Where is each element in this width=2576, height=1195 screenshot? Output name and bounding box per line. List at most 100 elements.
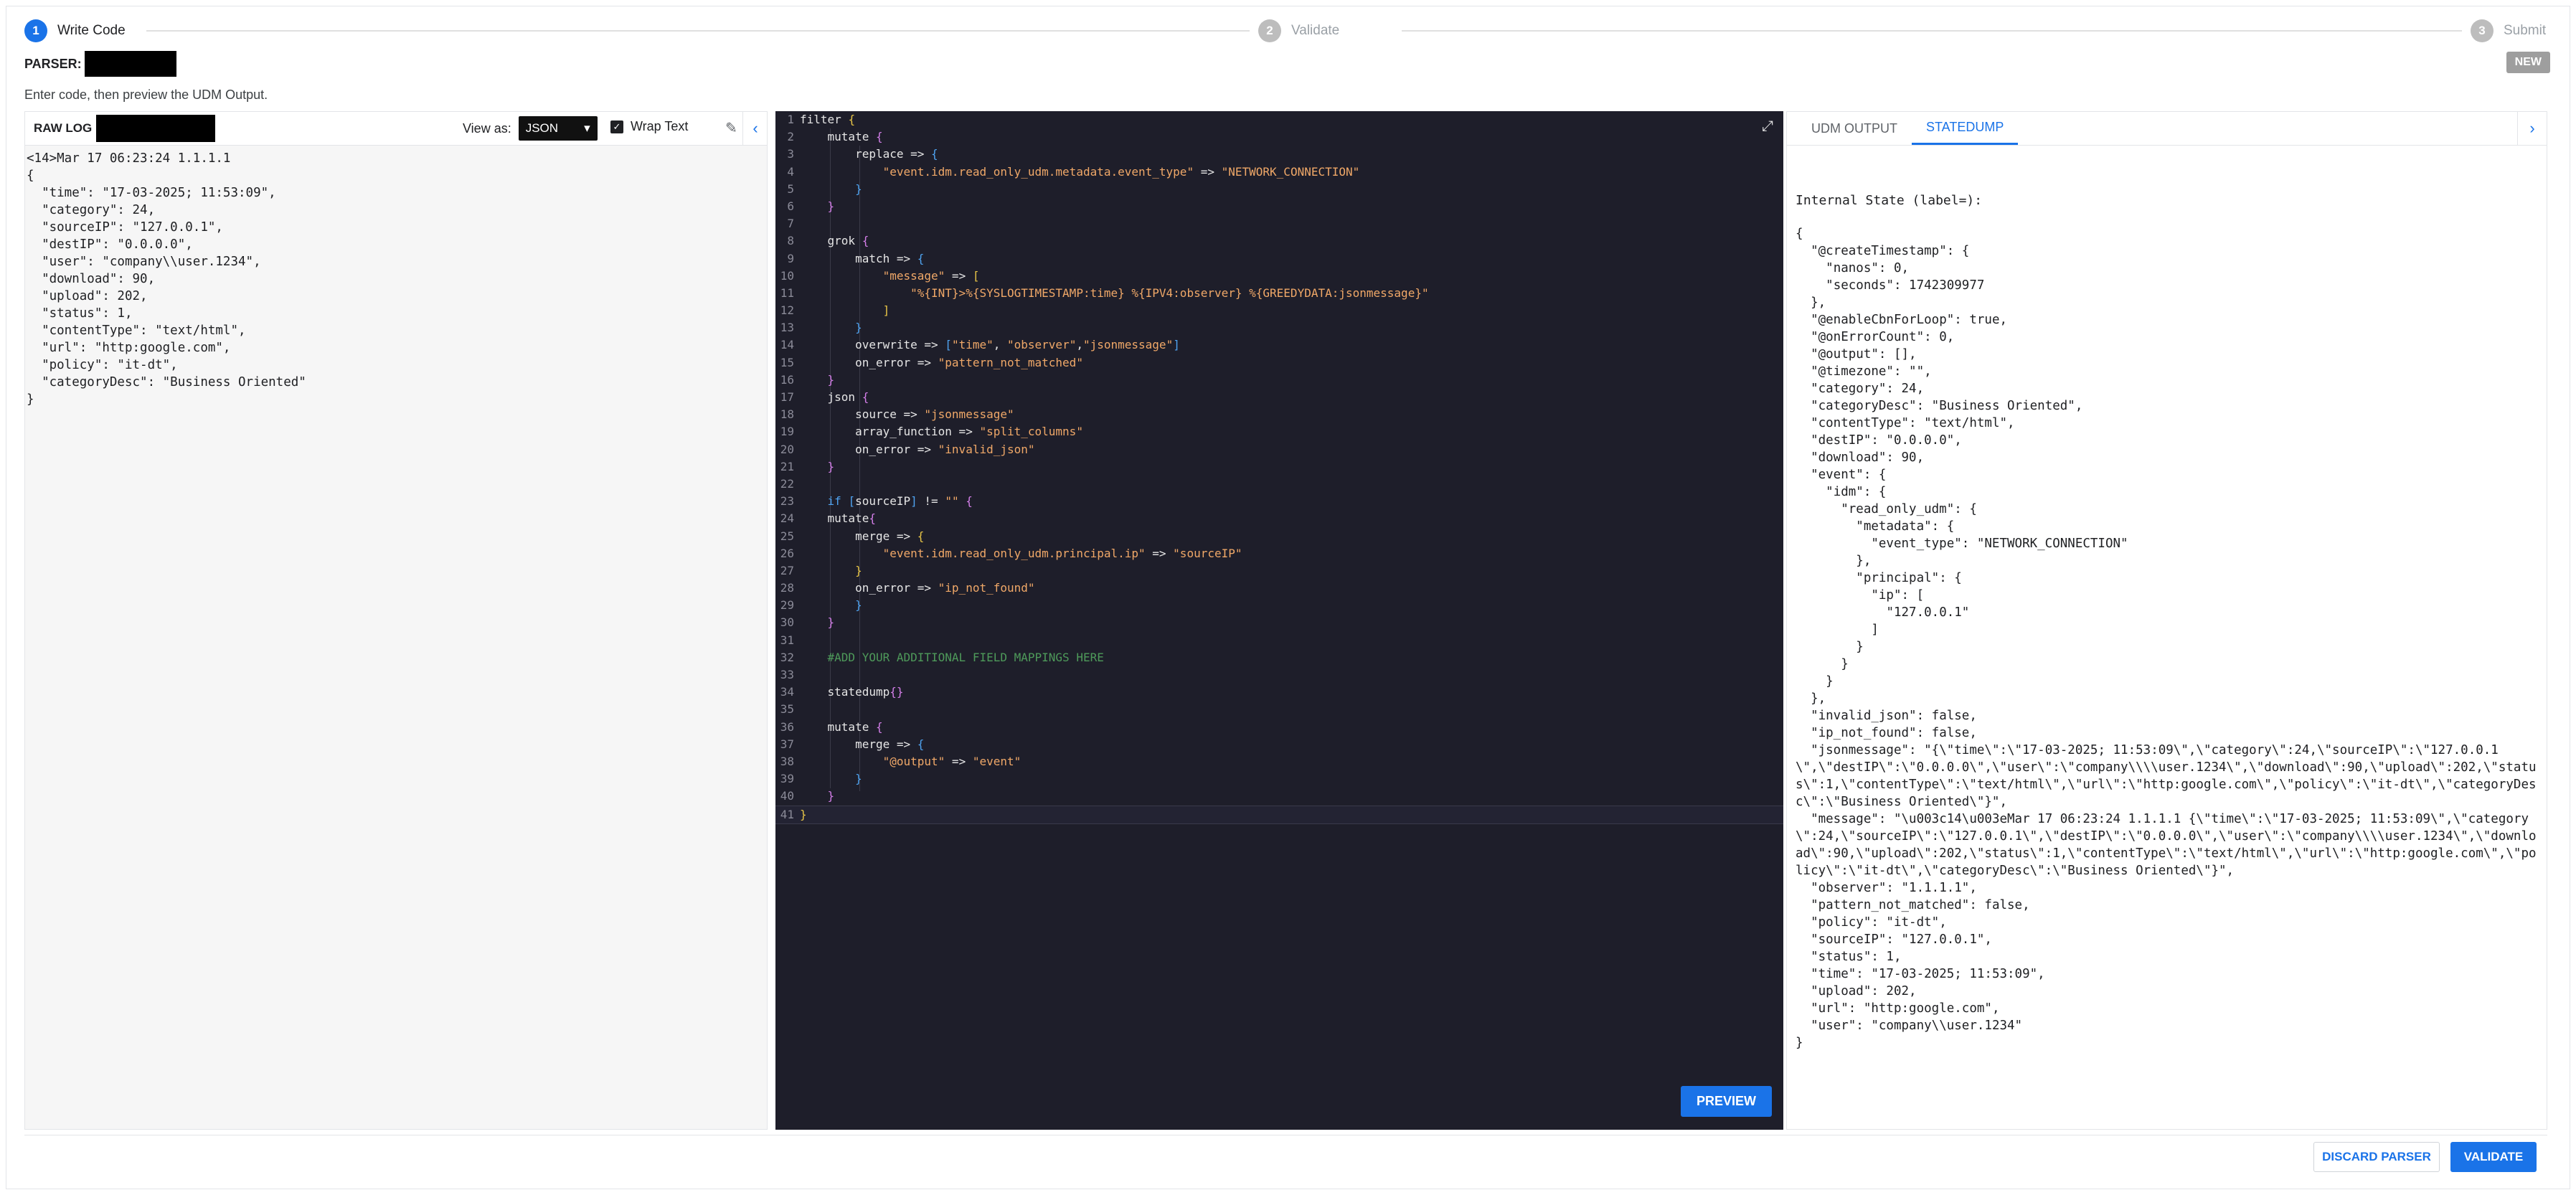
raw-log-name-redacted <box>96 115 216 142</box>
code-line[interactable]: 29 } <box>775 597 1783 614</box>
code-line[interactable]: 6 } <box>775 198 1783 215</box>
line-number: 27 <box>780 563 794 577</box>
raw-log-content[interactable]: <14>Mar 17 06:23:24 1.1.1.1 { "time": "1… <box>25 146 767 412</box>
code-text: json { <box>800 390 869 404</box>
code-editor[interactable]: 1 filter {2 mutate {3 replace => {4 "even… <box>775 111 1783 1130</box>
code-text: source => "jsonmessage" <box>800 407 1014 422</box>
line-number: 32 <box>780 650 794 664</box>
tab-statedump[interactable]: STATEDUMP <box>1912 112 2019 145</box>
line-number: 31 <box>780 633 794 647</box>
line-number: 11 <box>780 285 794 300</box>
code-text: "%{INT}>%{SYSLOGTIMESTAMP:time} %{IPV4:o… <box>800 285 1429 300</box>
step-submit[interactable]: 3 Submit <box>2462 19 2555 43</box>
code-text: ] <box>882 303 890 318</box>
code-line[interactable]: 24 mutate{ <box>775 510 1783 527</box>
code-line[interactable]: 15 on_error => "pattern_not_matched" <box>775 354 1783 372</box>
code-line[interactable]: 40 } <box>775 788 1783 805</box>
editor-lines[interactable]: 1 filter {2 mutate {3 replace => {4 "even… <box>775 111 1783 824</box>
code-line[interactable]: 28 on_error => "ip_not_found" <box>775 580 1783 597</box>
code-line[interactable]: 30 } <box>775 614 1783 631</box>
preview-button[interactable]: PREVIEW <box>1680 1086 1772 1117</box>
wrap-text-toggle[interactable]: ✓ Wrap Text <box>610 119 688 134</box>
code-line[interactable]: 20 on_error => "invalid_json" <box>775 441 1783 458</box>
code-line[interactable]: 36 mutate { <box>775 719 1783 736</box>
wrap-text-label: Wrap Text <box>631 119 689 133</box>
code-line[interactable]: 9 match => { <box>775 250 1783 268</box>
code-line[interactable]: 27 } <box>775 562 1783 580</box>
code-line[interactable]: 25 merge => { <box>775 528 1783 545</box>
code-text: } <box>827 199 835 213</box>
code-line[interactable]: 23 if [sourceIP] != "" { <box>775 493 1783 510</box>
tab-udm-output[interactable]: UDM OUTPUT <box>1797 112 1912 145</box>
code-line[interactable]: 1 filter { <box>775 111 1783 128</box>
code-line[interactable]: 16 } <box>775 372 1783 389</box>
pencil-icon[interactable]: ✎ <box>725 119 737 137</box>
code-text: if [sourceIP] != "" { <box>800 494 973 509</box>
validate-button[interactable]: VALIDATE <box>2450 1142 2537 1172</box>
code-line[interactable]: 17 json { <box>775 389 1783 406</box>
code-text: #ADD YOUR ADDITIONAL FIELD MAPPINGS HERE <box>800 650 1104 664</box>
step-validate[interactable]: 2 Validate <box>1250 19 1349 43</box>
statedump-content: { "@createTimestamp": { "nanos": 0, "sec… <box>1796 227 2537 1050</box>
line-number: 17 <box>780 390 794 404</box>
code-line[interactable]: 26 "event.idm.read_only_udm.principal.ip… <box>775 545 1783 562</box>
code-line[interactable]: 32 #ADD YOUR ADDITIONAL FIELD MAPPINGS H… <box>775 649 1783 666</box>
code-text: filter { <box>800 113 856 126</box>
code-text: array_function => "split_columns" <box>800 425 1083 439</box>
code-line[interactable]: 19 array_function => "split_columns" <box>775 423 1783 440</box>
code-line[interactable]: 12 ] <box>775 302 1783 319</box>
code-line[interactable]: 11 "%{INT}>%{SYSLOGTIMESTAMP:time} %{IPV… <box>775 285 1783 302</box>
code-line[interactable]: 22 <box>775 476 1783 493</box>
code-line[interactable]: 35 <box>775 701 1783 718</box>
chevron-right-icon[interactable]: › <box>2517 112 2547 145</box>
code-line[interactable]: 31 <box>775 632 1783 649</box>
line-number: 37 <box>780 737 794 751</box>
step-label: Submit <box>2504 23 2547 38</box>
code-line[interactable]: 2 mutate { <box>775 128 1783 146</box>
step-connector <box>1402 30 2478 32</box>
chevron-left-icon[interactable]: ‹ <box>742 112 768 145</box>
code-line[interactable]: 10 "message" => [ <box>775 268 1783 285</box>
code-line[interactable]: 13 } <box>775 319 1783 336</box>
code-text: } <box>855 321 862 335</box>
code-line[interactable]: 14 overwrite => ["time", "observer","jso… <box>775 336 1783 354</box>
line-number: 5 <box>787 181 794 196</box>
code-text: mutate { <box>800 130 883 144</box>
code-text: match => { <box>800 251 925 265</box>
line-number: 25 <box>780 529 794 543</box>
code-line[interactable]: 38 "@output" => "event" <box>775 753 1783 770</box>
code-line[interactable]: 41} <box>775 805 1783 824</box>
code-line[interactable]: 5 } <box>775 181 1783 198</box>
code-text: } <box>800 807 807 821</box>
parser-label: PARSER: <box>24 56 82 71</box>
code-text: } <box>855 772 862 786</box>
step-write-code[interactable]: 1 Write Code <box>16 19 134 43</box>
code-text: } <box>827 372 835 387</box>
code-line[interactable]: 3 replace => { <box>775 146 1783 163</box>
code-line[interactable]: 33 <box>775 666 1783 684</box>
step-number: 2 <box>1258 19 1281 42</box>
code-text: merge => { <box>800 737 925 751</box>
code-line[interactable]: 7 <box>775 215 1783 232</box>
raw-log-toolbar: RAW LOG View as: JSON ▾ ✓ Wrap Text ✎ ‹ <box>25 112 767 146</box>
code-line[interactable]: 8 grok { <box>775 232 1783 250</box>
step-number: 1 <box>24 19 47 42</box>
discard-parser-button[interactable]: DISCARD PARSER <box>2313 1142 2440 1172</box>
line-number: 36 <box>780 719 794 734</box>
expand-icon[interactable]: ⤢ <box>1762 118 1773 135</box>
code-text: } <box>855 181 862 196</box>
code-line[interactable]: 18 source => "jsonmessage" <box>775 406 1783 423</box>
line-number: 38 <box>780 754 794 768</box>
line-number: 40 <box>780 789 794 803</box>
code-line[interactable]: 34 statedump{} <box>775 684 1783 701</box>
code-text: on_error => "pattern_not_matched" <box>800 355 1083 369</box>
wrap-text-checkbox[interactable]: ✓ <box>610 120 623 133</box>
code-text: overwrite => ["time", "observer","jsonme… <box>800 338 1180 352</box>
code-line[interactable]: 21 } <box>775 458 1783 476</box>
view-as-select[interactable]: JSON ▾ <box>518 116 598 141</box>
step-label: Validate <box>1291 23 1340 38</box>
line-number: 20 <box>780 442 794 456</box>
code-line[interactable]: 4 "event.idm.read_only_udm.metadata.even… <box>775 164 1783 181</box>
code-line[interactable]: 39 } <box>775 770 1783 788</box>
code-line[interactable]: 37 merge => { <box>775 736 1783 753</box>
